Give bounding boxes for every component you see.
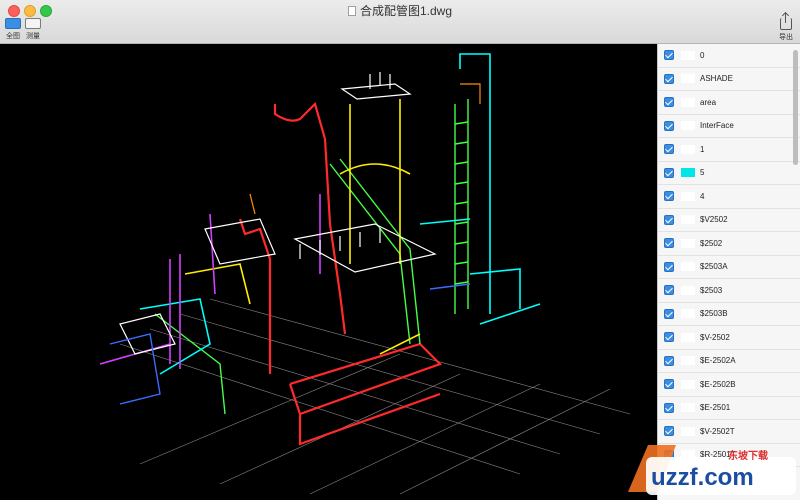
watermark-subtext: 东坡下载	[728, 451, 768, 462]
layer-panel-scrollbar[interactable]	[793, 50, 798, 165]
share-export-icon	[780, 13, 792, 30]
layer-visibility-checkbox[interactable]	[664, 191, 674, 202]
layer-row[interactable]: $2503	[658, 279, 800, 303]
layer-row[interactable]: ASHADE	[658, 67, 800, 91]
document-icon	[347, 6, 356, 16]
export-button[interactable]: 导出	[776, 13, 796, 42]
layer-row[interactable]: 4	[658, 185, 800, 209]
orange-pipes	[249, 83, 481, 215]
layer-color-swatch[interactable]	[681, 309, 695, 319]
layer-visibility-checkbox[interactable]	[664, 144, 674, 155]
layer-visibility-checkbox[interactable]	[664, 402, 674, 413]
title-toolbar: 合成配管图1.dwg 全图 测量 导出	[0, 0, 800, 44]
layer-visibility-checkbox[interactable]	[664, 238, 674, 249]
layer-visibility-checkbox[interactable]	[664, 73, 674, 84]
layer-color-swatch[interactable]	[681, 332, 695, 342]
layer-color-swatch[interactable]	[681, 74, 695, 84]
layer-color-swatch[interactable]	[681, 215, 695, 225]
layer-row[interactable]: $E-2502A	[658, 349, 800, 373]
layer-visibility-checkbox[interactable]	[664, 167, 674, 178]
layer-name: area	[700, 97, 717, 107]
layer-color-swatch[interactable]	[681, 285, 695, 295]
window-title: 合成配管图1.dwg	[0, 2, 800, 19]
layer-name: 1	[700, 144, 705, 154]
layer-visibility-checkbox[interactable]	[664, 379, 674, 390]
layer-visibility-checkbox[interactable]	[664, 97, 674, 108]
green-ladders	[154, 99, 469, 415]
layer-row[interactable]: 0	[658, 44, 800, 68]
layer-name: InterFace	[700, 121, 734, 131]
layer-color-swatch[interactable]	[681, 121, 695, 131]
layer-color-swatch[interactable]	[681, 262, 695, 272]
measure-icon	[25, 18, 41, 29]
layer-visibility-checkbox[interactable]	[664, 355, 674, 366]
layer-row[interactable]: $V-2502	[658, 326, 800, 350]
piping-drawing	[99, 53, 631, 495]
layer-row[interactable]: $2503A	[658, 255, 800, 279]
layer-visibility-checkbox[interactable]	[664, 426, 674, 437]
layer-name: 5	[700, 168, 705, 178]
full-view-label: 全图	[6, 33, 20, 40]
layer-name: $V2502	[700, 215, 728, 225]
layer-panel: 0 ASHADE area InterFace 1 5 4 $V2502 $2502 $2503A…	[657, 44, 800, 500]
watermark-text: uzzf.com	[651, 464, 754, 491]
layer-row[interactable]: area	[658, 91, 800, 115]
layer-color-swatch[interactable]	[681, 168, 695, 178]
layer-visibility-checkbox[interactable]	[664, 50, 674, 61]
layer-name: $V-2502	[700, 332, 730, 342]
layer-row[interactable]: InterFace	[658, 114, 800, 138]
layer-visibility-checkbox[interactable]	[664, 214, 674, 225]
layer-row[interactable]: $V2502	[658, 208, 800, 232]
floor-grid-lines	[119, 298, 631, 495]
layer-visibility-checkbox[interactable]	[664, 120, 674, 131]
layer-name: $E-2502A	[700, 356, 736, 366]
export-label: 导出	[779, 34, 793, 41]
site-watermark: uzzf.com 东坡下载	[618, 437, 800, 500]
layer-visibility-checkbox[interactable]	[664, 285, 674, 296]
measure-button[interactable]: 测量	[23, 18, 43, 41]
layer-color-swatch[interactable]	[681, 426, 695, 436]
layer-name: ASHADE	[700, 74, 733, 84]
layer-row[interactable]: 5	[658, 161, 800, 185]
layer-name: $2502	[700, 238, 723, 248]
layer-name: $E-2502B	[700, 379, 736, 389]
layer-visibility-checkbox[interactable]	[664, 308, 674, 319]
layer-row[interactable]: $2502	[658, 232, 800, 256]
measure-label: 测量	[26, 33, 40, 40]
layer-color-swatch[interactable]	[681, 403, 695, 413]
layer-color-swatch[interactable]	[681, 97, 695, 107]
layer-visibility-checkbox[interactable]	[664, 261, 674, 272]
full-view-icon	[5, 18, 21, 29]
layer-name: $E-2501	[700, 403, 731, 413]
layer-name: $2503	[700, 285, 723, 295]
layer-visibility-checkbox[interactable]	[664, 332, 674, 343]
layer-color-swatch[interactable]	[681, 356, 695, 366]
layer-color-swatch[interactable]	[681, 191, 695, 201]
full-view-button[interactable]: 全图	[3, 18, 23, 41]
layer-name: 0	[700, 50, 705, 60]
window-title-text: 合成配管图1.dwg	[359, 4, 453, 18]
layer-name: $V-2502T	[700, 426, 735, 436]
dwg-canvas[interactable]	[0, 44, 657, 500]
layer-row[interactable]: $E-2501	[658, 396, 800, 420]
layer-color-swatch[interactable]	[681, 144, 695, 154]
layer-row[interactable]: $E-2502B	[658, 373, 800, 397]
layer-name: $2503B	[700, 309, 728, 319]
layer-name: $2503A	[700, 262, 728, 272]
layer-name: 4	[700, 191, 705, 201]
layer-row[interactable]: 1	[658, 138, 800, 162]
layer-row[interactable]: $2503B	[658, 302, 800, 326]
layer-color-swatch[interactable]	[681, 379, 695, 389]
layer-list: 0 ASHADE area InterFace 1 5 4 $V2502 $2502 $2503A…	[658, 44, 800, 467]
layer-color-swatch[interactable]	[681, 238, 695, 248]
layer-color-swatch[interactable]	[681, 50, 695, 60]
